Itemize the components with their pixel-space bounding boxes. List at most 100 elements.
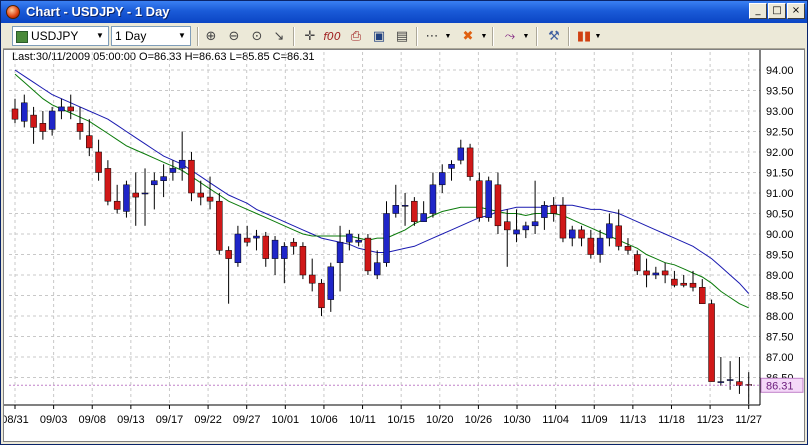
price-chart[interactable]: Last:30/11/2009 05:00:00 O=86.33 H=86.63… xyxy=(3,49,805,442)
y-tick-label: 88.50 xyxy=(766,291,794,303)
candle-body xyxy=(67,106,74,112)
price-icon[interactable]: f00 xyxy=(322,27,342,46)
candle-body xyxy=(178,159,186,169)
x-tick-label: 10/15 xyxy=(387,414,415,426)
x-tick-label: 09/27 xyxy=(233,414,261,426)
candle-body xyxy=(271,239,279,259)
candle-body xyxy=(411,200,418,222)
candle-body xyxy=(86,135,93,149)
candle-body xyxy=(671,278,678,286)
candle-body xyxy=(151,180,158,186)
chevron-down-icon: ▼ xyxy=(96,31,104,40)
crosshair-icon[interactable]: ✛ xyxy=(300,27,320,46)
x-tick-label: 11/23 xyxy=(697,414,724,426)
candle-body xyxy=(513,229,520,235)
chevron-down-icon[interactable]: ▼ xyxy=(444,27,452,46)
candle-body xyxy=(699,287,706,304)
save-icon[interactable]: ▣ xyxy=(369,27,389,46)
candle-body xyxy=(216,200,223,251)
candle-body xyxy=(569,229,576,239)
candle-body xyxy=(457,147,465,161)
candle-body xyxy=(531,221,539,227)
symbol-icon xyxy=(16,30,28,43)
candle-body xyxy=(615,225,622,247)
candle-body xyxy=(95,151,102,173)
candle-body xyxy=(225,250,232,259)
chevron-down-icon[interactable]: ▼ xyxy=(594,27,602,46)
candle-body xyxy=(550,205,557,214)
y-tick-label: 91.00 xyxy=(766,188,794,200)
candle-body xyxy=(262,235,270,259)
timeframe-value: 1 Day xyxy=(115,29,147,43)
grid-icon[interactable]: ⋯ xyxy=(422,27,442,46)
candle-body xyxy=(420,213,427,222)
candle-body xyxy=(243,237,251,243)
y-tick-label: 88.00 xyxy=(766,311,794,323)
candle-body xyxy=(160,176,167,181)
candle-body xyxy=(113,200,121,210)
candle-body xyxy=(717,381,725,383)
chevron-down-icon[interactable]: ▼ xyxy=(480,27,488,46)
zoom-reset-icon[interactable]: ⊙ xyxy=(247,27,267,46)
y-tick-label: 92.00 xyxy=(766,147,794,159)
toolbar-separator xyxy=(197,27,199,46)
candle-body xyxy=(466,147,474,177)
candle-body xyxy=(336,241,344,263)
minimize-button[interactable]: _ xyxy=(749,3,767,19)
x-tick-label: 09/13 xyxy=(117,414,145,426)
window-title: Chart - USDJPY - 1 Day xyxy=(26,4,170,19)
y-tick-label: 91.50 xyxy=(766,168,794,180)
candle-body xyxy=(234,233,242,263)
candle-body xyxy=(21,102,28,122)
candle-body xyxy=(11,108,19,120)
maximize-button[interactable]: □ xyxy=(768,3,786,19)
candle-body xyxy=(634,254,641,272)
candle-body xyxy=(327,266,335,300)
zoom-out-icon[interactable]: ⊖ xyxy=(224,27,244,46)
candle-body xyxy=(355,239,362,243)
title-bar[interactable]: Chart - USDJPY - 1 Day _ □ × xyxy=(1,1,807,23)
candle-body xyxy=(290,241,297,247)
candlestick-plot[interactable]: 94.00 93.50 93.00 92.50 92.00 91.50 91.00 90.50… xyxy=(4,50,804,441)
candle-body xyxy=(661,270,669,276)
chevron-down-icon[interactable]: ▼ xyxy=(522,27,530,46)
candle-body xyxy=(383,213,390,263)
toolbar-separator xyxy=(568,27,570,46)
x-tick-label: 09/08 xyxy=(78,414,106,426)
candle-body xyxy=(401,205,409,207)
candle-body xyxy=(197,192,204,198)
y-tick-label: 93.00 xyxy=(766,106,794,118)
y-tick-label: 90.50 xyxy=(766,209,794,221)
timeframe-select[interactable]: 1 Day ▼ xyxy=(111,26,191,46)
candle-body xyxy=(299,246,307,276)
candle-body xyxy=(680,282,687,286)
close-button[interactable]: × xyxy=(787,3,805,19)
candle-body xyxy=(494,184,502,227)
zoom-in-icon[interactable]: ⊕ xyxy=(201,27,221,46)
candle-body xyxy=(373,262,381,276)
candle-body xyxy=(596,237,604,255)
draw-line-icon[interactable]: ↘ xyxy=(269,27,289,46)
document-icon[interactable]: ▤ xyxy=(392,27,412,46)
candle-body xyxy=(578,229,585,239)
candle-body xyxy=(485,180,492,218)
candle-body xyxy=(448,164,455,169)
y-tick-label: 92.50 xyxy=(766,127,794,139)
candle-body xyxy=(30,114,37,128)
symbol-select[interactable]: USDJPY ▼ xyxy=(12,26,109,46)
candle-body xyxy=(318,282,325,309)
candle-body xyxy=(253,235,260,239)
candle-body xyxy=(123,184,130,212)
chart-type-icon[interactable]: ▮▮ xyxy=(574,27,594,46)
candle-body xyxy=(392,205,400,214)
candle-body xyxy=(587,237,595,255)
candle-body xyxy=(188,159,195,194)
candle-body xyxy=(281,246,288,259)
indicator-icon[interactable]: ⤳ xyxy=(500,27,520,46)
x-tick-label: 10/30 xyxy=(503,414,531,426)
y-tick-label: 90.00 xyxy=(766,229,794,241)
properties-icon[interactable]: ⚒ xyxy=(544,27,564,46)
print-icon[interactable]: ⎙ xyxy=(346,27,366,46)
candle-body xyxy=(652,272,660,276)
objects-icon[interactable]: ✖ xyxy=(458,27,478,46)
